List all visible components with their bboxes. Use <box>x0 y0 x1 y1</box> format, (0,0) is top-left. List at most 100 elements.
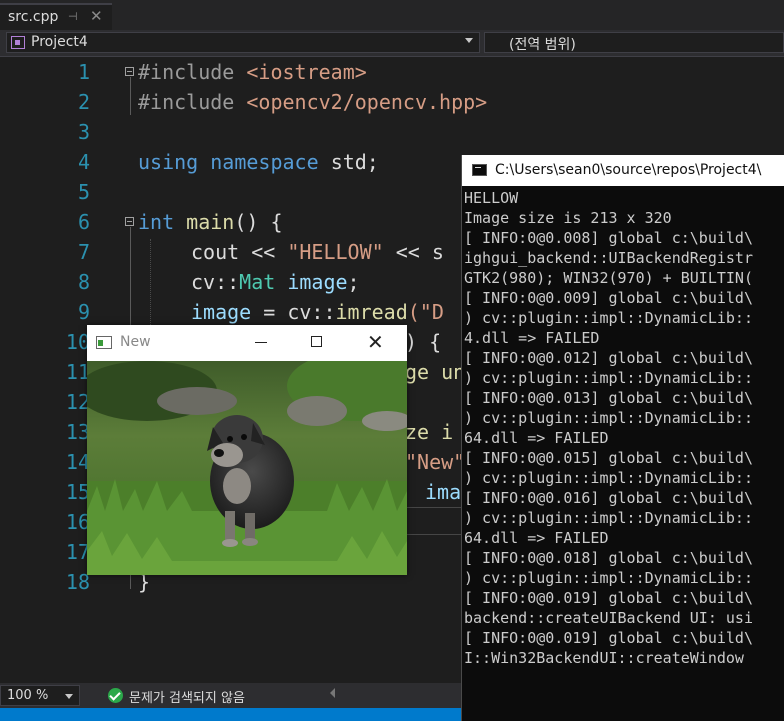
console-line: ) cv::plugin::impl::DynamicLib:: <box>464 569 753 587</box>
line-number: 9 <box>77 300 90 324</box>
code-token: "New" <box>405 450 466 474</box>
code-line-10: ) { <box>405 327 441 357</box>
line-number: 15 <box>65 480 90 504</box>
tab-label: src.cpp <box>8 9 59 25</box>
tab-src-cpp[interactable]: src.cpp ⊣ ✕ <box>0 3 112 30</box>
console-line: ighgui_backend::UIBackendRegistr <box>464 249 753 267</box>
line-number: 2 <box>77 90 90 114</box>
navigation-bar: Project4 (전역 범위) <box>0 30 784 57</box>
console-line: ) cv::plugin::impl::DynamicLib:: <box>464 409 753 427</box>
dog-photo <box>87 361 407 575</box>
project-dropdown[interactable]: Project4 <box>6 32 480 53</box>
line-number: 13 <box>65 420 90 444</box>
code-token: <opencv2/opencv.hpp> <box>246 90 488 114</box>
close-icon[interactable]: ✕ <box>367 331 384 353</box>
project-icon <box>11 36 25 49</box>
fold-line <box>130 77 131 115</box>
code-token: <iostream> <box>246 60 367 84</box>
line-number: 18 <box>65 570 90 594</box>
scope-dropdown[interactable]: (전역 범위) <box>484 32 784 53</box>
console-line: 4.dll => FAILED <box>464 329 600 347</box>
line-number: 5 <box>77 180 90 204</box>
console-line: 64.dll => FAILED <box>464 429 609 447</box>
close-icon[interactable]: ✕ <box>90 7 103 25</box>
line-number: 7 <box>77 240 90 264</box>
line-number: 3 <box>77 120 90 144</box>
fold-toggle-icon[interactable] <box>125 67 134 76</box>
console-line: ) cv::plugin::impl::DynamicLib:: <box>464 369 753 387</box>
line-number: 14 <box>65 450 90 474</box>
code-line-9: image = cv::imread("D <box>191 297 444 327</box>
line-number: 8 <box>77 270 90 294</box>
line-number: 16 <box>65 510 90 534</box>
project-label: Project4 <box>31 34 88 50</box>
code-line-2: #include <opencv2/opencv.hpp> <box>138 87 487 117</box>
console-line: [ INFO:0@0.012] global c:\build\ <box>464 349 753 367</box>
chevron-down-icon[interactable] <box>65 694 73 699</box>
image-window[interactable]: New ✕ <box>87 325 407 575</box>
scroll-left-icon[interactable] <box>330 688 335 698</box>
line-number: 4 <box>77 150 90 174</box>
code-line-11: ge un <box>405 357 465 387</box>
console-line: [ INFO:0@0.015] global c:\build\ <box>464 449 753 467</box>
code-token: int <box>138 210 175 234</box>
image-window-title: New <box>120 334 151 350</box>
issues-status[interactable]: 문제가 검색되지 않음 <box>129 687 245 706</box>
code-token: image <box>191 300 252 324</box>
line-number: 1 <box>77 60 90 84</box>
console-line: [ INFO:0@0.019] global c:\build\ <box>464 629 753 647</box>
console-line: [ INFO:0@0.018] global c:\build\ <box>464 549 753 567</box>
console-line: ) cv::plugin::impl::DynamicLib:: <box>464 469 753 487</box>
console-line: [ INFO:0@0.008] global c:\build\ <box>464 229 753 247</box>
console-line: Image size is 213 x 320 <box>464 209 672 227</box>
code-token: #include <box>138 60 235 84</box>
code-line-8: cv::Mat image; <box>191 267 360 297</box>
minimize-icon[interactable] <box>255 342 267 343</box>
scope-label: (전역 범위) <box>509 37 576 53</box>
code-token: ze i <box>405 420 454 444</box>
zoom-label: 100 % <box>7 688 49 703</box>
maximize-icon[interactable] <box>311 336 322 347</box>
pin-icon[interactable]: ⊣ <box>68 10 78 23</box>
line-number: 12 <box>65 390 90 414</box>
code-token: = cv:: <box>251 300 336 324</box>
code-token: std; <box>330 150 379 174</box>
chevron-down-icon[interactable] <box>465 38 473 43</box>
code-token: () { <box>234 210 283 234</box>
console-line: ) cv::plugin::impl::DynamicLib:: <box>464 509 753 527</box>
line-number: 10 <box>65 330 90 354</box>
zoom-dropdown[interactable]: 100 % <box>0 685 80 706</box>
code-token: ; <box>347 270 360 294</box>
check-circle-icon <box>108 688 123 703</box>
code-token: main <box>186 210 235 234</box>
console-line: I::Win32BackendUI::createWindow <box>464 649 744 667</box>
code-token: << s <box>383 240 444 264</box>
console-window[interactable]: C:\Users\sean0\source\repos\Project4\ HE… <box>461 155 784 721</box>
code-line-4: using namespace std; <box>138 147 379 177</box>
console-line: HELLOW <box>464 189 519 207</box>
console-icon <box>472 164 487 176</box>
console-title-bar[interactable]: C:\Users\sean0\source\repos\Project4\ <box>462 155 784 186</box>
console-line: backend::createUIBackend UI: usi <box>464 609 753 627</box>
image-window-title-bar[interactable]: New ✕ <box>87 325 407 361</box>
console-line: 64.dll => FAILED <box>464 529 609 547</box>
code-token: ima <box>425 480 462 504</box>
document-tab-bar: src.cpp ⊣ ✕ <box>0 0 784 30</box>
code-line-6: int main() { <box>138 207 283 237</box>
code-token: ) { <box>405 330 442 354</box>
code-line-15: ima <box>425 477 461 507</box>
console-line: [ INFO:0@0.016] global c:\build\ <box>464 489 753 507</box>
line-number: 6 <box>77 210 90 234</box>
code-line-7: cout << "HELLOW" << s <box>191 237 444 267</box>
console-title: C:\Users\sean0\source\repos\Project4\ <box>495 162 762 178</box>
console-line: ) cv::plugin::impl::DynamicLib:: <box>464 309 753 327</box>
console-line: [ INFO:0@0.009] global c:\build\ <box>464 289 753 307</box>
code-line-13: ze i <box>405 417 453 447</box>
window-icon <box>96 336 112 349</box>
code-line-14: "New" <box>405 447 465 477</box>
console-line: [ INFO:0@0.013] global c:\build\ <box>464 389 753 407</box>
code-token: cv:: <box>191 270 240 294</box>
fold-toggle-icon[interactable] <box>125 217 134 226</box>
code-token: #include <box>138 90 235 114</box>
current-line-highlight <box>405 507 465 535</box>
